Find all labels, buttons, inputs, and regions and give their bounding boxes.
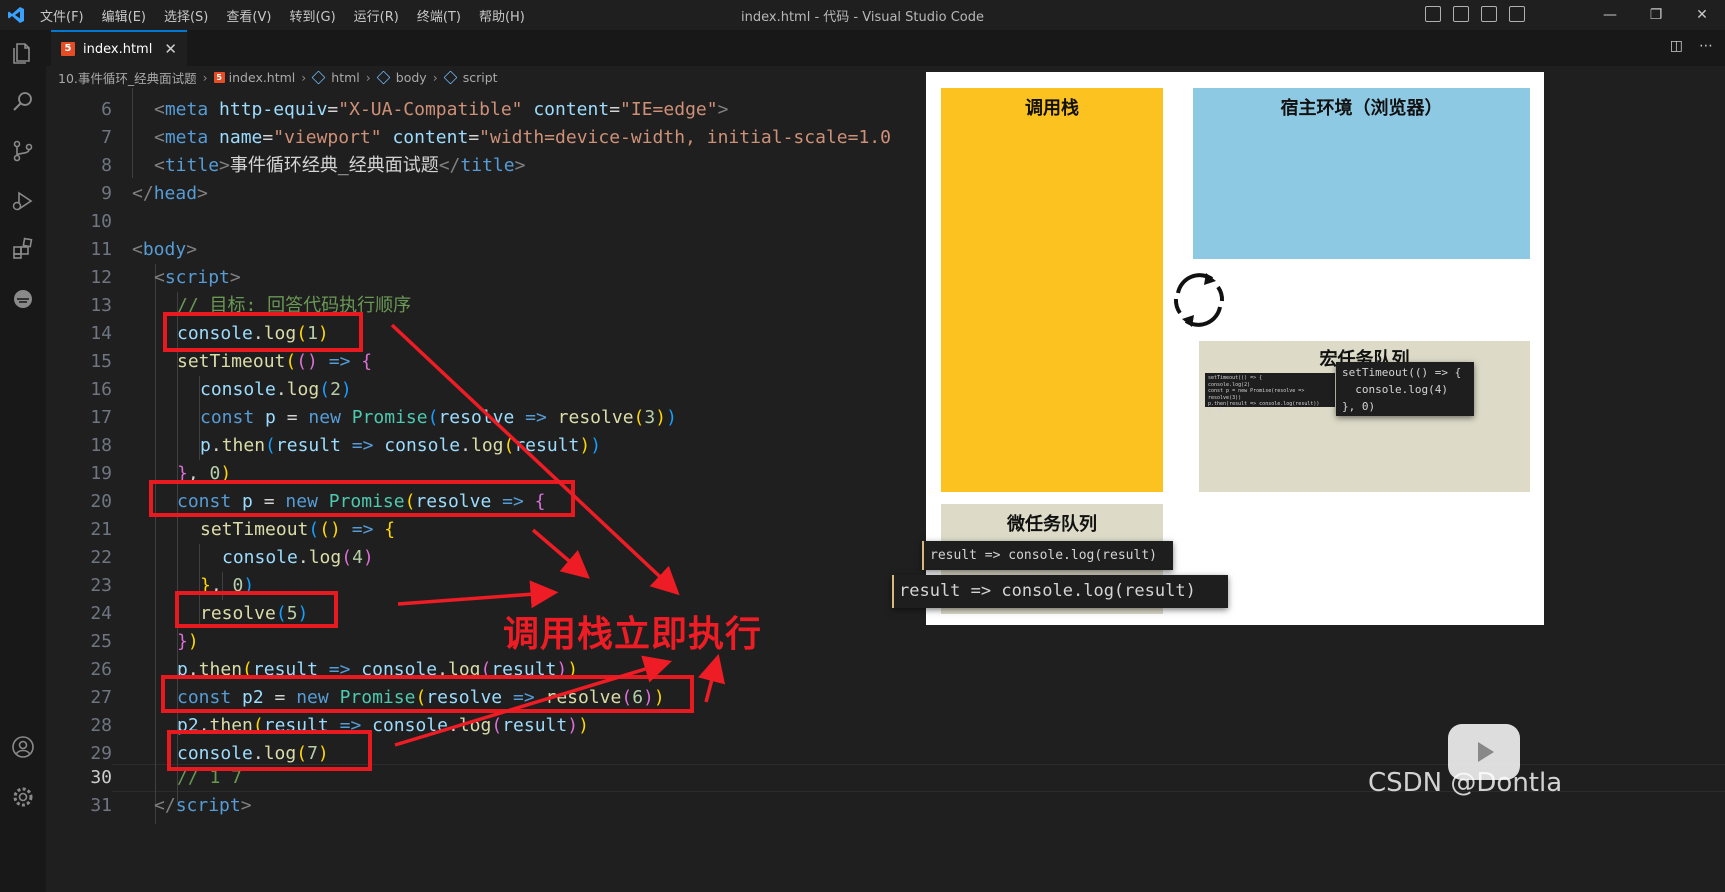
arrow-line-20 bbox=[531, 528, 590, 579]
arrow-line-29 bbox=[394, 655, 673, 747]
arrow-line-27 bbox=[698, 653, 726, 703]
annotation-label: 调用栈立即执行 bbox=[503, 614, 763, 655]
watermark-text: CSDN @Dontla bbox=[1368, 768, 1563, 798]
arrow-line-24 bbox=[397, 580, 559, 609]
arrow-line-14 bbox=[390, 323, 680, 596]
